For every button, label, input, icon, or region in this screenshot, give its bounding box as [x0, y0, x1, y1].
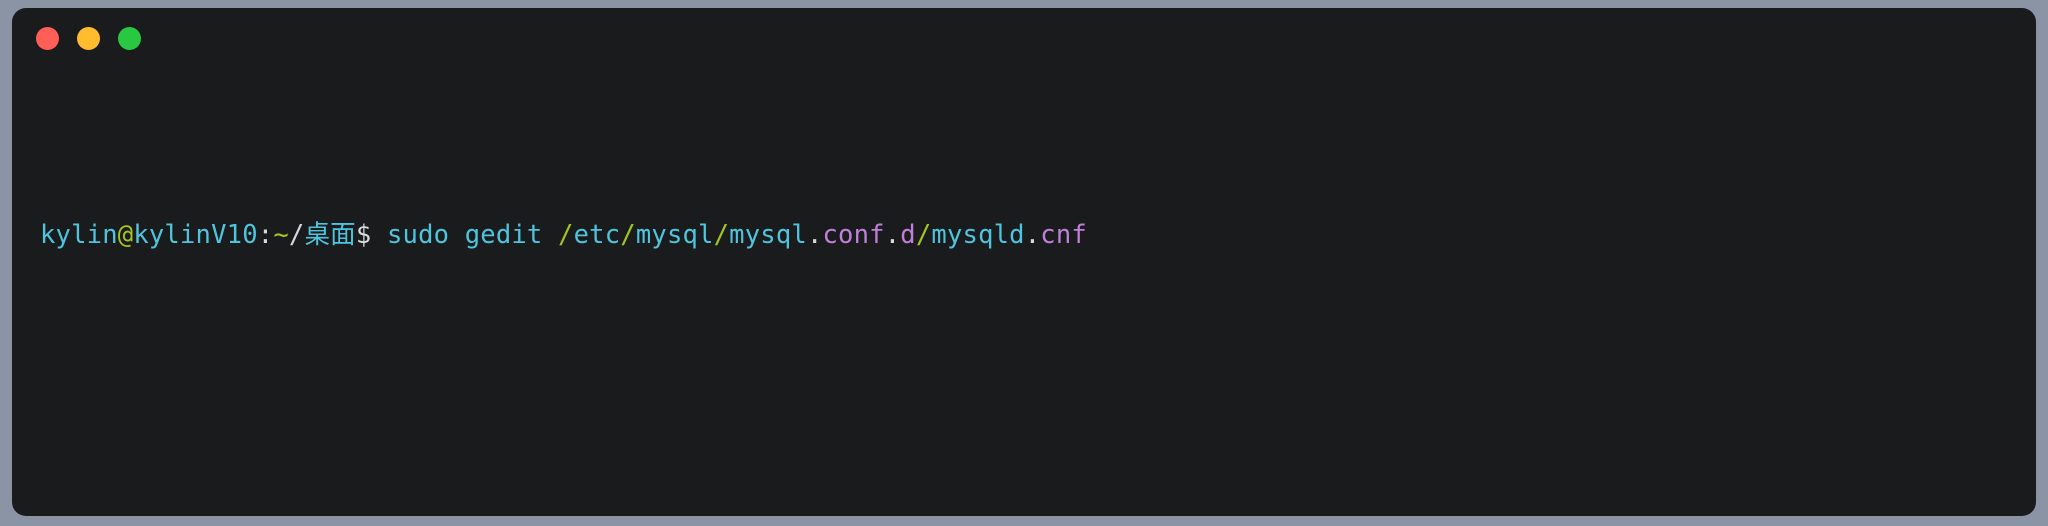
arg-dot-3: . — [1024, 220, 1041, 250]
command-text: sudo gedit — [371, 220, 559, 250]
prompt-sigil: $ — [355, 220, 372, 250]
arg-mysql-base: mysql — [729, 220, 807, 250]
terminal-titlebar[interactable] — [12, 8, 2036, 68]
terminal-output-area[interactable]: kylin@kylinV10:~/桌面$ sudo gedit /etc/mys… — [12, 66, 2036, 516]
desktop-background: kylin@kylinV10:~/桌面$ sudo gedit /etc/mys… — [0, 0, 2048, 526]
arg-slash-2: / — [620, 220, 636, 250]
minimize-window-button[interactable] — [77, 26, 100, 50]
arg-mysql-dir: mysql — [635, 220, 714, 250]
prompt-host: kylinV10 — [133, 220, 258, 250]
close-window-button[interactable] — [36, 26, 59, 50]
prompt-cwd: 桌面 — [304, 220, 356, 250]
prompt-at-symbol: @ — [117, 220, 134, 250]
arg-dot-1: . — [806, 220, 823, 250]
terminal-prompt-line: kylin@kylinV10:~/桌面$ sudo gedit /etc/mys… — [40, 218, 2008, 253]
maximize-window-button[interactable] — [118, 26, 141, 50]
arg-d: d — [900, 220, 916, 250]
arg-cnf: cnf — [1040, 220, 1087, 250]
prompt-colon: : — [257, 220, 274, 250]
prompt-user: kylin — [40, 220, 118, 250]
arg-mysqld: mysqld — [931, 220, 1025, 250]
arg-conf: conf — [822, 220, 885, 250]
prompt-tilde: ~ — [273, 220, 289, 250]
arg-slash-1: / — [558, 220, 574, 250]
arg-etc: etc — [573, 220, 621, 250]
arg-slash-3: / — [713, 220, 730, 250]
arg-dot-2: . — [884, 220, 901, 250]
terminal-window: kylin@kylinV10:~/桌面$ sudo gedit /etc/mys… — [12, 8, 2036, 516]
arg-slash-4: / — [915, 220, 932, 250]
prompt-path-separator: / — [288, 220, 305, 250]
